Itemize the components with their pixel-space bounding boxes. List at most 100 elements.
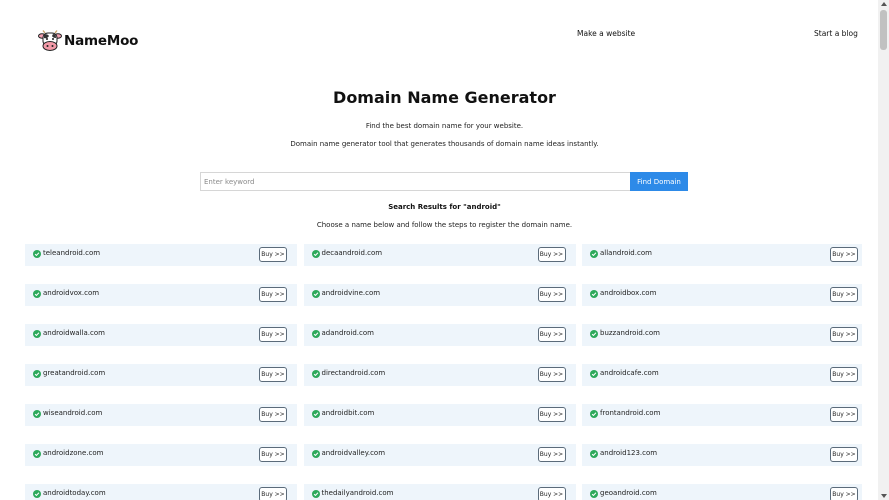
domain-name: androidbit.com bbox=[321, 409, 375, 417]
buy-button[interactable]: Buy >> bbox=[259, 367, 287, 382]
results-grid: teleandroid.com Buy >> decaandroid.com Buy … bbox=[25, 244, 864, 500]
check-circle-icon bbox=[311, 290, 320, 298]
domain-name: adandroid.com bbox=[321, 329, 374, 337]
buy-button[interactable]: Buy >> bbox=[537, 487, 566, 500]
check-circle-icon bbox=[311, 370, 320, 378]
domain-name: allandroid.com bbox=[600, 249, 652, 257]
domain-name: teleandroid.com bbox=[43, 249, 101, 257]
domain-name: thedailyandroid.com bbox=[321, 489, 394, 497]
brand-logo[interactable]: NameMoo bbox=[38, 30, 138, 52]
check-circle-icon bbox=[33, 370, 41, 378]
buy-button[interactable]: Buy >> bbox=[830, 487, 858, 500]
domain-result-card: android123.com Buy >> bbox=[582, 444, 862, 466]
domain-name: androidvox.com bbox=[43, 289, 100, 297]
check-circle-icon bbox=[33, 410, 41, 418]
domain-result-card: teleandroid.com Buy >> bbox=[25, 244, 297, 266]
buy-button[interactable]: Buy >> bbox=[259, 447, 287, 462]
check-circle-icon bbox=[311, 410, 320, 418]
check-circle-icon bbox=[590, 370, 598, 378]
domain-result-card: androidvox.com Buy >> bbox=[25, 284, 297, 306]
header: NameMoo Make a website Start a blog bbox=[0, 0, 878, 70]
buy-button[interactable]: Buy >> bbox=[830, 247, 858, 262]
buy-button[interactable]: Buy >> bbox=[537, 247, 566, 262]
keyword-input[interactable] bbox=[200, 172, 630, 191]
buy-button[interactable]: Buy >> bbox=[537, 407, 566, 422]
check-circle-icon bbox=[590, 330, 598, 338]
buy-button[interactable]: Buy >> bbox=[830, 367, 858, 382]
page-scrollbar[interactable] bbox=[878, 0, 889, 500]
check-circle-icon bbox=[33, 290, 41, 298]
check-circle-icon bbox=[311, 250, 320, 258]
domain-name: androidcafe.com bbox=[600, 369, 659, 377]
domain-name: androidvalley.com bbox=[321, 449, 386, 457]
domain-result-card: adandroid.com Buy >> bbox=[303, 324, 576, 346]
check-circle-icon bbox=[311, 450, 320, 458]
domain-result-card: androidvine.com Buy >> bbox=[303, 284, 576, 306]
check-circle-icon bbox=[33, 330, 41, 338]
domain-result-card: androidcafe.com Buy >> bbox=[582, 364, 862, 386]
domain-result-card: androidbox.com Buy >> bbox=[582, 284, 862, 306]
domain-name: androidvine.com bbox=[321, 289, 381, 297]
domain-result-card: androidzone.com Buy >> bbox=[25, 444, 297, 466]
buy-button[interactable]: Buy >> bbox=[830, 447, 858, 462]
domain-result-card: androidvalley.com Buy >> bbox=[303, 444, 576, 466]
domain-result-card: androidbit.com Buy >> bbox=[303, 404, 576, 426]
domain-name: decaandroid.com bbox=[321, 249, 383, 257]
scroll-thumb[interactable] bbox=[880, 10, 887, 50]
check-circle-icon bbox=[590, 250, 598, 258]
domain-result-card: frontandroid.com Buy >> bbox=[582, 404, 862, 426]
buy-button[interactable]: Buy >> bbox=[259, 407, 287, 422]
brand-name: NameMoo bbox=[64, 33, 139, 49]
domain-result-card: greatandroid.com Buy >> bbox=[25, 364, 297, 386]
domain-name: wiseandroid.com bbox=[43, 409, 103, 417]
domain-name: buzzandroid.com bbox=[600, 329, 660, 337]
check-circle-icon bbox=[590, 450, 598, 458]
nav-make-website[interactable]: Make a website bbox=[577, 29, 635, 38]
check-circle-icon bbox=[590, 410, 598, 418]
domain-result-card: decaandroid.com Buy >> bbox=[303, 244, 576, 266]
buy-button[interactable]: Buy >> bbox=[830, 327, 858, 342]
results-subtitle: Choose a name below and follow the steps… bbox=[316, 221, 573, 229]
domain-result-card: directandroid.com Buy >> bbox=[303, 364, 576, 386]
buy-button[interactable]: Buy >> bbox=[259, 247, 287, 262]
domain-name: directandroid.com bbox=[321, 369, 386, 377]
check-circle-icon bbox=[311, 330, 320, 338]
nav-start-blog[interactable]: Start a blog bbox=[814, 29, 858, 38]
domain-name: androidbox.com bbox=[600, 289, 657, 297]
buy-button[interactable]: Buy >> bbox=[259, 487, 287, 500]
check-circle-icon bbox=[590, 290, 598, 298]
buy-button[interactable]: Buy >> bbox=[259, 287, 287, 302]
domain-result-card: thedailyandroid.com Buy >> bbox=[303, 484, 576, 500]
check-circle-icon bbox=[33, 250, 41, 258]
domain-result-card: androidwalla.com Buy >> bbox=[25, 324, 297, 346]
buy-button[interactable]: Buy >> bbox=[830, 407, 858, 422]
domain-result-card: wiseandroid.com Buy >> bbox=[25, 404, 297, 426]
buy-button[interactable]: Buy >> bbox=[537, 367, 566, 382]
domain-result-card: androidtoday.com Buy >> bbox=[25, 484, 297, 500]
domain-name: frontandroid.com bbox=[600, 409, 661, 417]
check-circle-icon bbox=[33, 490, 41, 498]
domain-name: android123.com bbox=[600, 449, 658, 457]
results-title: Search Results for "android" bbox=[388, 203, 501, 211]
buy-button[interactable]: Buy >> bbox=[830, 287, 858, 302]
check-circle-icon bbox=[311, 490, 320, 498]
search-bar: Find Domain bbox=[200, 172, 688, 191]
page-subtitle: Find the best domain name for your websi… bbox=[365, 122, 524, 130]
page-title: Domain Name Generator bbox=[333, 88, 556, 107]
check-circle-icon bbox=[33, 450, 41, 458]
scroll-up-arrow-icon[interactable] bbox=[881, 2, 887, 6]
buy-button[interactable]: Buy >> bbox=[259, 327, 287, 342]
find-domain-button[interactable]: Find Domain bbox=[630, 172, 688, 191]
scroll-down-arrow-icon[interactable] bbox=[881, 494, 887, 498]
domain-name: androidtoday.com bbox=[43, 489, 106, 497]
domain-name: androidwalla.com bbox=[43, 329, 105, 337]
cow-icon bbox=[38, 30, 62, 51]
buy-button[interactable]: Buy >> bbox=[537, 447, 566, 462]
buy-button[interactable]: Buy >> bbox=[537, 327, 566, 342]
domain-name: androidzone.com bbox=[43, 449, 104, 457]
domain-result-card: geoandroid.com Buy >> bbox=[582, 484, 862, 500]
domain-result-card: allandroid.com Buy >> bbox=[582, 244, 862, 266]
buy-button[interactable]: Buy >> bbox=[537, 287, 566, 302]
page-description: Domain name generator tool that generate… bbox=[290, 140, 599, 148]
check-circle-icon bbox=[590, 490, 598, 498]
